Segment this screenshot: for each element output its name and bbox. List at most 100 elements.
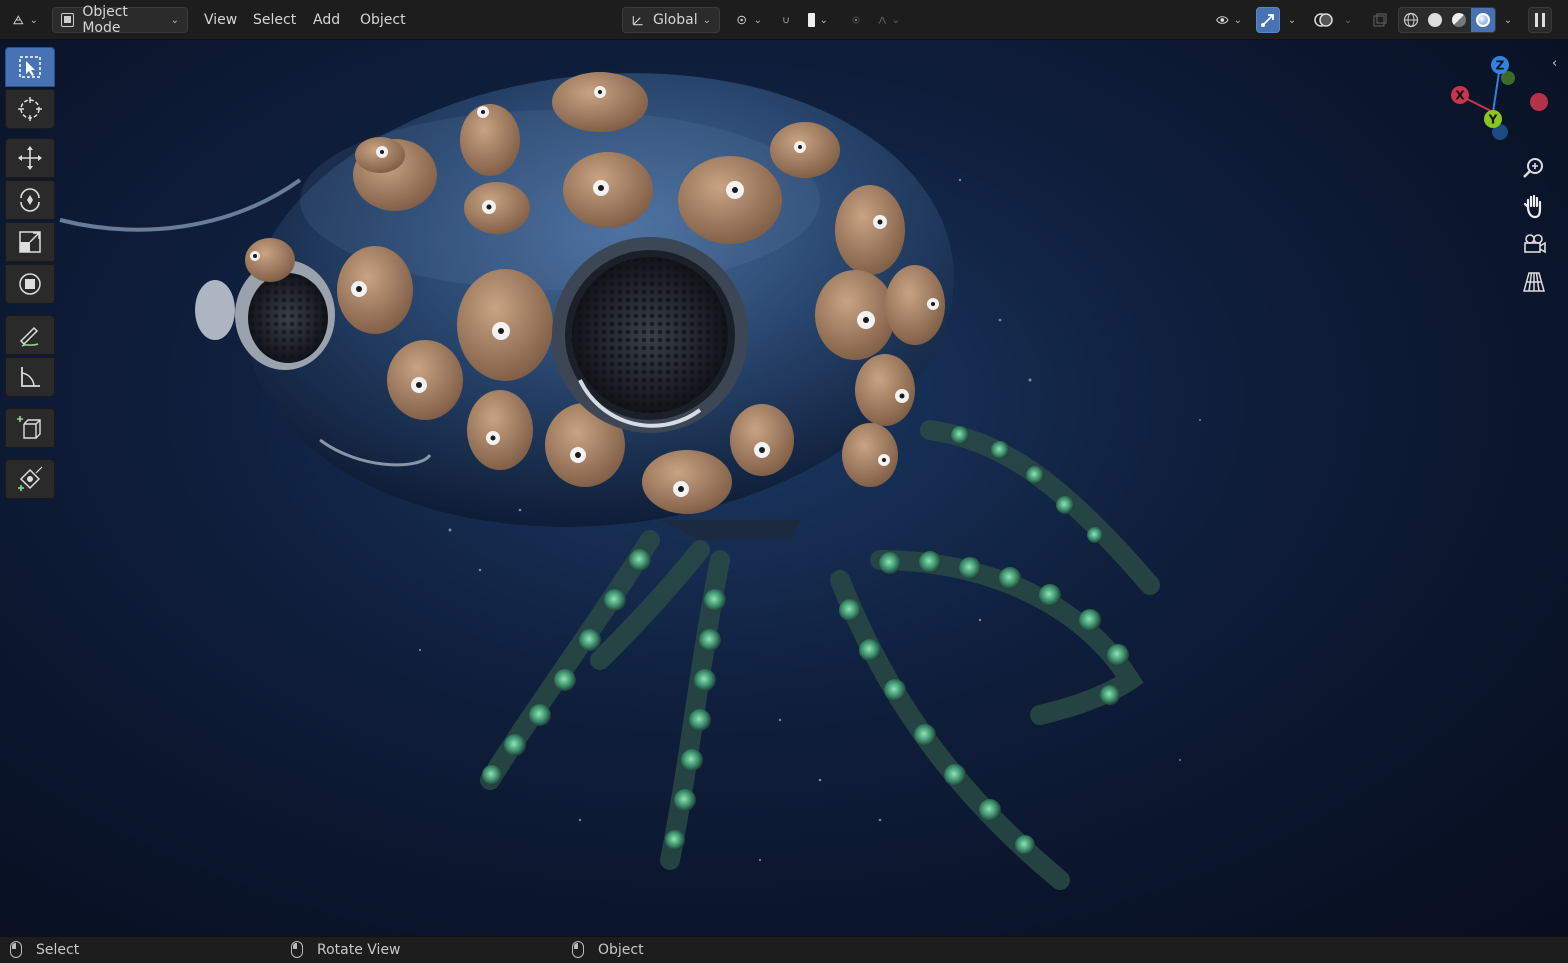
pause-render-button[interactable] — [1528, 7, 1552, 33]
tool-rotate[interactable] — [5, 180, 55, 220]
object-mode-icon — [61, 13, 75, 27]
menu-object[interactable]: Object — [352, 7, 414, 33]
chevron-down-icon: ⌄ — [753, 14, 762, 26]
status-select-label: Select — [36, 941, 80, 958]
robot-jellyfish-render — [59, 72, 1201, 890]
menu-select[interactable]: Select — [245, 7, 304, 33]
shading-solid-button[interactable] — [1423, 8, 1447, 32]
shading-rendered-button[interactable] — [1471, 8, 1495, 32]
tool-select-box[interactable] — [5, 47, 55, 87]
mouse-middle-icon — [291, 941, 303, 958]
chevron-down-icon: ⌄ — [1287, 14, 1297, 26]
camera-icon — [1524, 234, 1546, 254]
tool-move[interactable] — [5, 138, 55, 178]
add-object-icon — [18, 466, 43, 491]
gizmo-z-label: Z — [1496, 59, 1505, 73]
cursor-icon — [18, 97, 42, 121]
tool-scale[interactable] — [5, 222, 55, 262]
proportional-editing-icon — [852, 16, 860, 24]
eye-icon — [1216, 16, 1229, 24]
pan-hand-icon — [1523, 194, 1542, 219]
shading-wireframe-button[interactable] — [1399, 8, 1423, 32]
chevron-down-icon: ⌄ — [29, 14, 38, 26]
tool-annotate[interactable] — [5, 315, 55, 355]
orientation-axes-icon — [632, 16, 643, 26]
overlay-toggle[interactable] — [1310, 7, 1338, 33]
axes-grid-icon — [13, 15, 24, 25]
viewport-header: ⌄ Object Mode ⌄ View Select Add Object G… — [0, 0, 1568, 40]
sidebar-toggle[interactable]: ‹ — [1552, 56, 1557, 71]
perspective-toggle-button[interactable] — [1516, 264, 1552, 300]
editor-type-button[interactable]: ⌄ — [4, 7, 46, 33]
add-cube-icon — [17, 416, 41, 439]
tool-measure[interactable] — [5, 357, 55, 397]
gizmo-y-label: Y — [1488, 113, 1498, 127]
proportional-falloff-selector[interactable]: ⌄ — [870, 7, 908, 33]
tool-transform[interactable] — [5, 264, 55, 304]
rendered-sphere-icon — [1476, 13, 1490, 27]
snap-target-icon — [808, 13, 815, 27]
chevron-down-icon: ⌄ — [1233, 14, 1242, 26]
3d-viewport[interactable]: Z X Y ‹ — [0, 40, 1568, 936]
shading-material-button[interactable] — [1447, 8, 1471, 32]
pivot-point-icon — [737, 15, 746, 25]
chevron-down-icon: ⌄ — [1343, 14, 1353, 26]
chevron-down-icon: ⌄ — [819, 14, 828, 26]
falloff-curve-icon — [878, 16, 887, 24]
transform-icon — [19, 273, 41, 295]
status-rotate-label: Rotate View — [317, 941, 401, 958]
status-rotate-hint: Rotate View — [291, 941, 401, 958]
measure-icon — [21, 367, 40, 387]
status-object-label: Object — [598, 941, 644, 958]
tool-add-object[interactable] — [5, 459, 55, 499]
menu-add[interactable]: Add — [305, 7, 348, 33]
shading-mode-group — [1398, 7, 1496, 33]
chevron-down-icon: ⌄ — [891, 14, 900, 26]
mouse-left-icon — [10, 941, 22, 958]
chevron-down-icon: ⌄ — [170, 14, 179, 26]
xray-toggle[interactable] — [1368, 7, 1392, 33]
xray-icon — [1373, 13, 1387, 27]
mouse-right-icon — [572, 941, 584, 958]
grid-perspective-icon — [1523, 272, 1545, 292]
gizmo-dropdown[interactable]: ⌄ — [1282, 7, 1302, 33]
gizmo-x-label: X — [1455, 89, 1465, 103]
gizmo-toggle[interactable] — [1256, 7, 1280, 33]
select-box-icon — [19, 56, 41, 78]
snap-target-selector[interactable]: ⌄ — [800, 7, 836, 33]
gizmo-toggle-icon — [1261, 14, 1274, 27]
zoom-button[interactable] — [1516, 150, 1552, 186]
tool-cursor[interactable] — [5, 89, 55, 129]
solid-sphere-icon — [1428, 13, 1442, 27]
rotate-icon — [20, 188, 40, 212]
zoom-icon — [1523, 158, 1543, 178]
mode-label: Object Mode — [82, 4, 128, 36]
scale-icon — [19, 231, 41, 253]
status-bar: Select Rotate View Object — [0, 936, 1568, 963]
tool-add-cube[interactable] — [5, 408, 55, 448]
snap-toggle[interactable] — [774, 7, 798, 33]
menu-view[interactable]: View — [196, 7, 245, 33]
proportional-editing-toggle[interactable] — [844, 7, 868, 33]
shading-dropdown[interactable]: ⌄ — [1498, 7, 1518, 33]
visibility-selector[interactable]: ⌄ — [1208, 7, 1250, 33]
navigation-gizmo[interactable]: Z X Y — [1445, 52, 1555, 152]
overlay-icon — [1314, 13, 1333, 27]
pivot-point-button[interactable]: ⌄ — [728, 7, 770, 33]
overlay-dropdown[interactable]: ⌄ — [1338, 7, 1358, 33]
wireframe-sphere-icon — [1403, 12, 1419, 28]
orientation-label: Global — [652, 12, 698, 28]
status-select-hint: Select — [10, 941, 79, 958]
status-object-hint: Object — [572, 941, 644, 958]
transform-orientation-selector[interactable]: Global ⌄ — [622, 7, 720, 33]
pause-icon — [1535, 13, 1545, 27]
chevron-down-icon: ⌄ — [1503, 14, 1513, 26]
snap-magnet-icon — [783, 17, 789, 24]
material-sphere-icon — [1452, 13, 1466, 27]
annotate-icon — [19, 326, 39, 347]
move-icon — [18, 146, 42, 170]
chevron-down-icon: ⌄ — [702, 14, 711, 26]
camera-view-button[interactable] — [1516, 226, 1552, 262]
mode-selector[interactable]: Object Mode ⌄ — [52, 4, 188, 36]
pan-button[interactable] — [1516, 188, 1552, 224]
